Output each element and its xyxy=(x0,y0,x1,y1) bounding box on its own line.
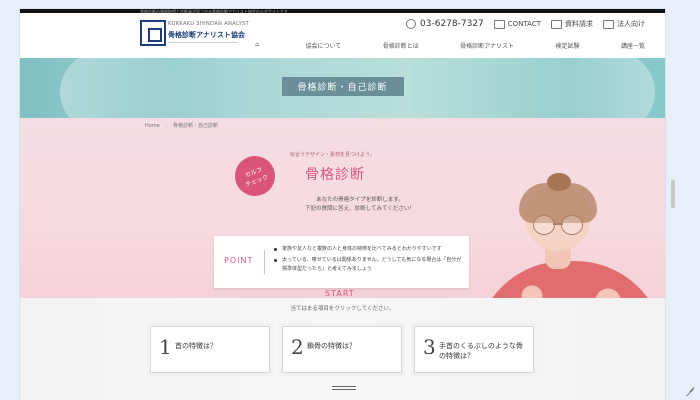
nav-item-what-is[interactable]: 骨格診断とは xyxy=(383,41,419,50)
self-check-hero: Home › 骨格診断・自己診断 セルフ チェック 似合うデザイン・素材を見つけ… xyxy=(20,118,665,361)
question-cards: 1 首の特徴は？ 2 鎖骨の特徴は？ 3 手首のくるぶしのような骨の特徴は？ xyxy=(150,326,550,373)
logo-mark xyxy=(140,20,166,46)
document-request-link[interactable]: 資料請求 xyxy=(551,19,593,29)
question-text: 首の特徴は？ xyxy=(175,342,217,350)
bottom-drag-handle[interactable] xyxy=(332,384,356,390)
phone-number: 03-6278-7327 xyxy=(420,19,484,29)
phone[interactable]: 03-6278-7327 xyxy=(406,19,484,29)
hero-tagline: 似合うデザイン・素材を見つけよう。 xyxy=(290,152,375,158)
question-card-1[interactable]: 1 首の特徴は？ xyxy=(150,326,270,373)
question-number: 2 xyxy=(291,335,304,359)
question-instruction: 当てはまる項目をクリックしてください。 xyxy=(290,306,395,312)
header-contact: 03-6278-7327 CONTACT 資料請求 法人向け xyxy=(406,19,645,29)
glasses-icon xyxy=(533,215,583,235)
home-icon: ⌂ xyxy=(255,41,259,48)
nav-item-about[interactable]: 協会について xyxy=(305,41,341,50)
logo-main-text: 骨格診断アナリスト協会 xyxy=(168,31,245,39)
contact-link[interactable]: CONTACT xyxy=(493,19,541,29)
point-bullets: 家族や友人など複数の人と身体の特徴を比べてみるとわかりやすいです 太っている、痩… xyxy=(274,245,462,276)
banner-title: 骨格診断・自己診断 xyxy=(281,77,404,96)
page-banner: 骨格診断・自己診断 xyxy=(20,58,665,118)
hero-sub-line-2: 下記の質問に答え、診断してみてください！ xyxy=(305,206,415,212)
glasses-lens-right xyxy=(561,215,583,235)
start-label: START xyxy=(325,289,355,298)
phone-icon xyxy=(406,19,417,29)
logo-small-text: KOKKAKU SHINDAN ANALYST xyxy=(168,21,250,27)
main-nav: ⌂ 協会について 骨格診断とは 骨格診断アナリスト 検定試験 講座一覧 xyxy=(250,37,645,53)
hero-sub-line-1: あなたの骨格タイプを診断します。 xyxy=(316,197,404,203)
breadcrumb: Home › 骨格診断・自己診断 xyxy=(145,122,218,129)
banner-image-left xyxy=(60,58,180,118)
point-bullet: 太っている、痩せているは関係ありません。どうしても気になる場合は「自分が標準体型… xyxy=(274,256,462,274)
point-bullet: 家族や友人など複数の人と身体の特徴を比べてみるとわかりやすいです xyxy=(274,245,462,254)
question-card-3[interactable]: 3 手首のくるぶしのような骨の特徴は？ xyxy=(414,326,534,373)
self-check-badge: セルフ チェック xyxy=(229,150,281,202)
document-icon xyxy=(551,19,562,29)
site-logo[interactable]: KOKKAKU SHINDAN ANALYST 骨格診断アナリスト協会 xyxy=(140,20,250,48)
scrollbar-handle[interactable] xyxy=(671,180,675,208)
contact-label: CONTACT xyxy=(507,20,541,28)
building-icon xyxy=(603,19,614,29)
hero-subtitle: あなたの骨格タイプを診断します。 下記の質問に答え、診断してみてください！ xyxy=(275,196,445,214)
nav-item-analyst[interactable]: 骨格診断アナリスト xyxy=(460,41,514,50)
hero-title: 骨格診断 xyxy=(305,167,365,183)
browser-frame: 骨格診断の資格取得と診断員が見つかる骨格診断アナリスト協会の公式サイトです KO… xyxy=(20,9,665,400)
point-box: POINT 家族や友人など複数の人と身体の特徴を比べてみるとわかりやすいです 太… xyxy=(214,236,469,288)
nav-item-exam[interactable]: 検定試験 xyxy=(555,41,579,50)
nav-home[interactable]: ⌂ xyxy=(250,41,264,49)
logo-underline xyxy=(168,42,238,43)
question-text: 手首のくるぶしのような骨の特徴は？ xyxy=(439,342,523,360)
corporate-link[interactable]: 法人向け xyxy=(603,19,645,29)
point-label: POINT xyxy=(224,256,254,265)
question-card-2[interactable]: 2 鎖骨の特徴は？ xyxy=(282,326,402,373)
site-header: KOKKAKU SHINDAN ANALYST 骨格診断アナリスト協会 03-6… xyxy=(20,13,665,58)
breadcrumb-separator: › xyxy=(165,123,168,129)
resize-corner-icon[interactable] xyxy=(685,385,695,397)
nav-item-courses[interactable]: 講座一覧 xyxy=(621,41,645,50)
corporate-label: 法人向け xyxy=(617,20,645,28)
portrait-bun xyxy=(547,173,571,191)
document-request-label: 資料請求 xyxy=(565,20,593,28)
point-divider xyxy=(264,250,265,274)
glasses-lens-left xyxy=(533,215,555,235)
banner-image-right xyxy=(565,58,655,118)
mail-icon xyxy=(493,19,505,29)
question-number: 3 xyxy=(423,335,436,359)
breadcrumb-current: 骨格診断・自己診断 xyxy=(172,123,218,129)
breadcrumb-home[interactable]: Home xyxy=(145,123,160,129)
question-number: 1 xyxy=(159,335,172,359)
question-text: 鎖骨の特徴は？ xyxy=(307,342,356,350)
